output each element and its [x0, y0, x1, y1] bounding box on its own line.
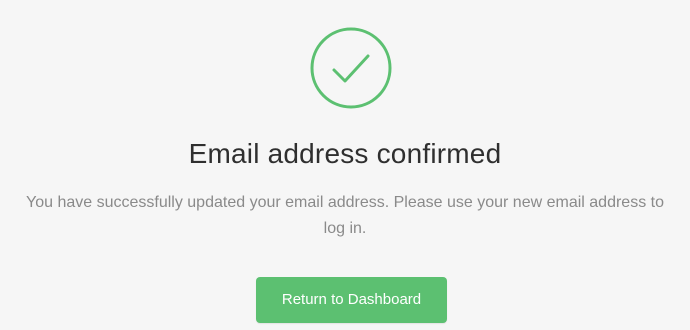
confirmation-message: You have successfully updated your email…	[26, 194, 664, 237]
check-circle-icon	[310, 27, 392, 109]
confirmation-page: Email address confirmed You have success…	[0, 0, 690, 330]
return-to-dashboard-button[interactable]: Return to Dashboard	[256, 277, 447, 323]
confirmation-title: Email address confirmed	[188, 138, 502, 169]
